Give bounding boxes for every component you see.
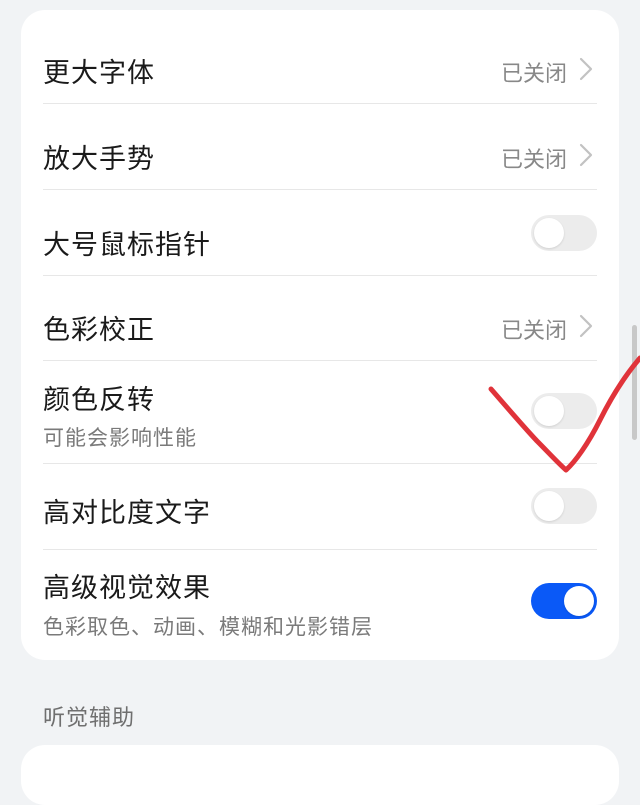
row-title: 放大手势: [43, 144, 155, 175]
row-title: 颜色反转: [43, 385, 155, 416]
row-title: 色彩校正: [43, 315, 155, 346]
status-label: 已关闭: [500, 62, 567, 87]
row-large-mouse-pointer: 大号鼠标指针: [43, 190, 597, 276]
row-title: 高级视觉效果: [43, 573, 211, 604]
hearing-settings-card: [21, 745, 619, 805]
section-header-hearing: 听觉辅助: [43, 706, 136, 731]
row-advanced-visual-effects: 高级视觉效果 色彩取色、动画、模糊和光影错层: [43, 550, 597, 660]
row-color-correction[interactable]: 色彩校正 已关闭: [43, 275, 597, 361]
scrollbar[interactable]: [632, 325, 637, 440]
row-title: 更大字体: [43, 58, 155, 89]
chevron-right-icon: [579, 143, 593, 167]
large-pointer-toggle[interactable]: [531, 215, 597, 251]
color-inversion-toggle[interactable]: [531, 393, 597, 429]
advanced-visual-effects-toggle[interactable]: [531, 583, 597, 619]
row-subtitle: 可能会影响性能: [43, 426, 197, 450]
toggle-knob: [534, 491, 564, 521]
row-title: 大号鼠标指针: [43, 230, 211, 261]
toggle-knob: [534, 218, 564, 248]
chevron-right-icon: [579, 57, 593, 81]
toggle-knob: [564, 586, 594, 616]
row-title: 高对比度文字: [43, 498, 211, 529]
row-subtitle: 色彩取色、动画、模糊和光影错层: [43, 615, 373, 639]
vision-settings-card: 更大字体 已关闭 放大手势 已关闭 大号鼠标指针 色彩校正 已关闭 颜色反转 可: [21, 10, 619, 660]
chevron-right-icon: [579, 314, 593, 338]
row-color-inversion: 颜色反转 可能会影响性能: [43, 360, 597, 464]
high-contrast-toggle[interactable]: [531, 488, 597, 524]
row-larger-font[interactable]: 更大字体 已关闭: [43, 18, 597, 104]
row-magnification-gesture[interactable]: 放大手势 已关闭: [43, 104, 597, 190]
status-label: 已关闭: [500, 319, 567, 344]
row-high-contrast-text: 高对比度文字: [43, 464, 597, 550]
toggle-knob: [534, 396, 564, 426]
status-label: 已关闭: [500, 148, 567, 173]
